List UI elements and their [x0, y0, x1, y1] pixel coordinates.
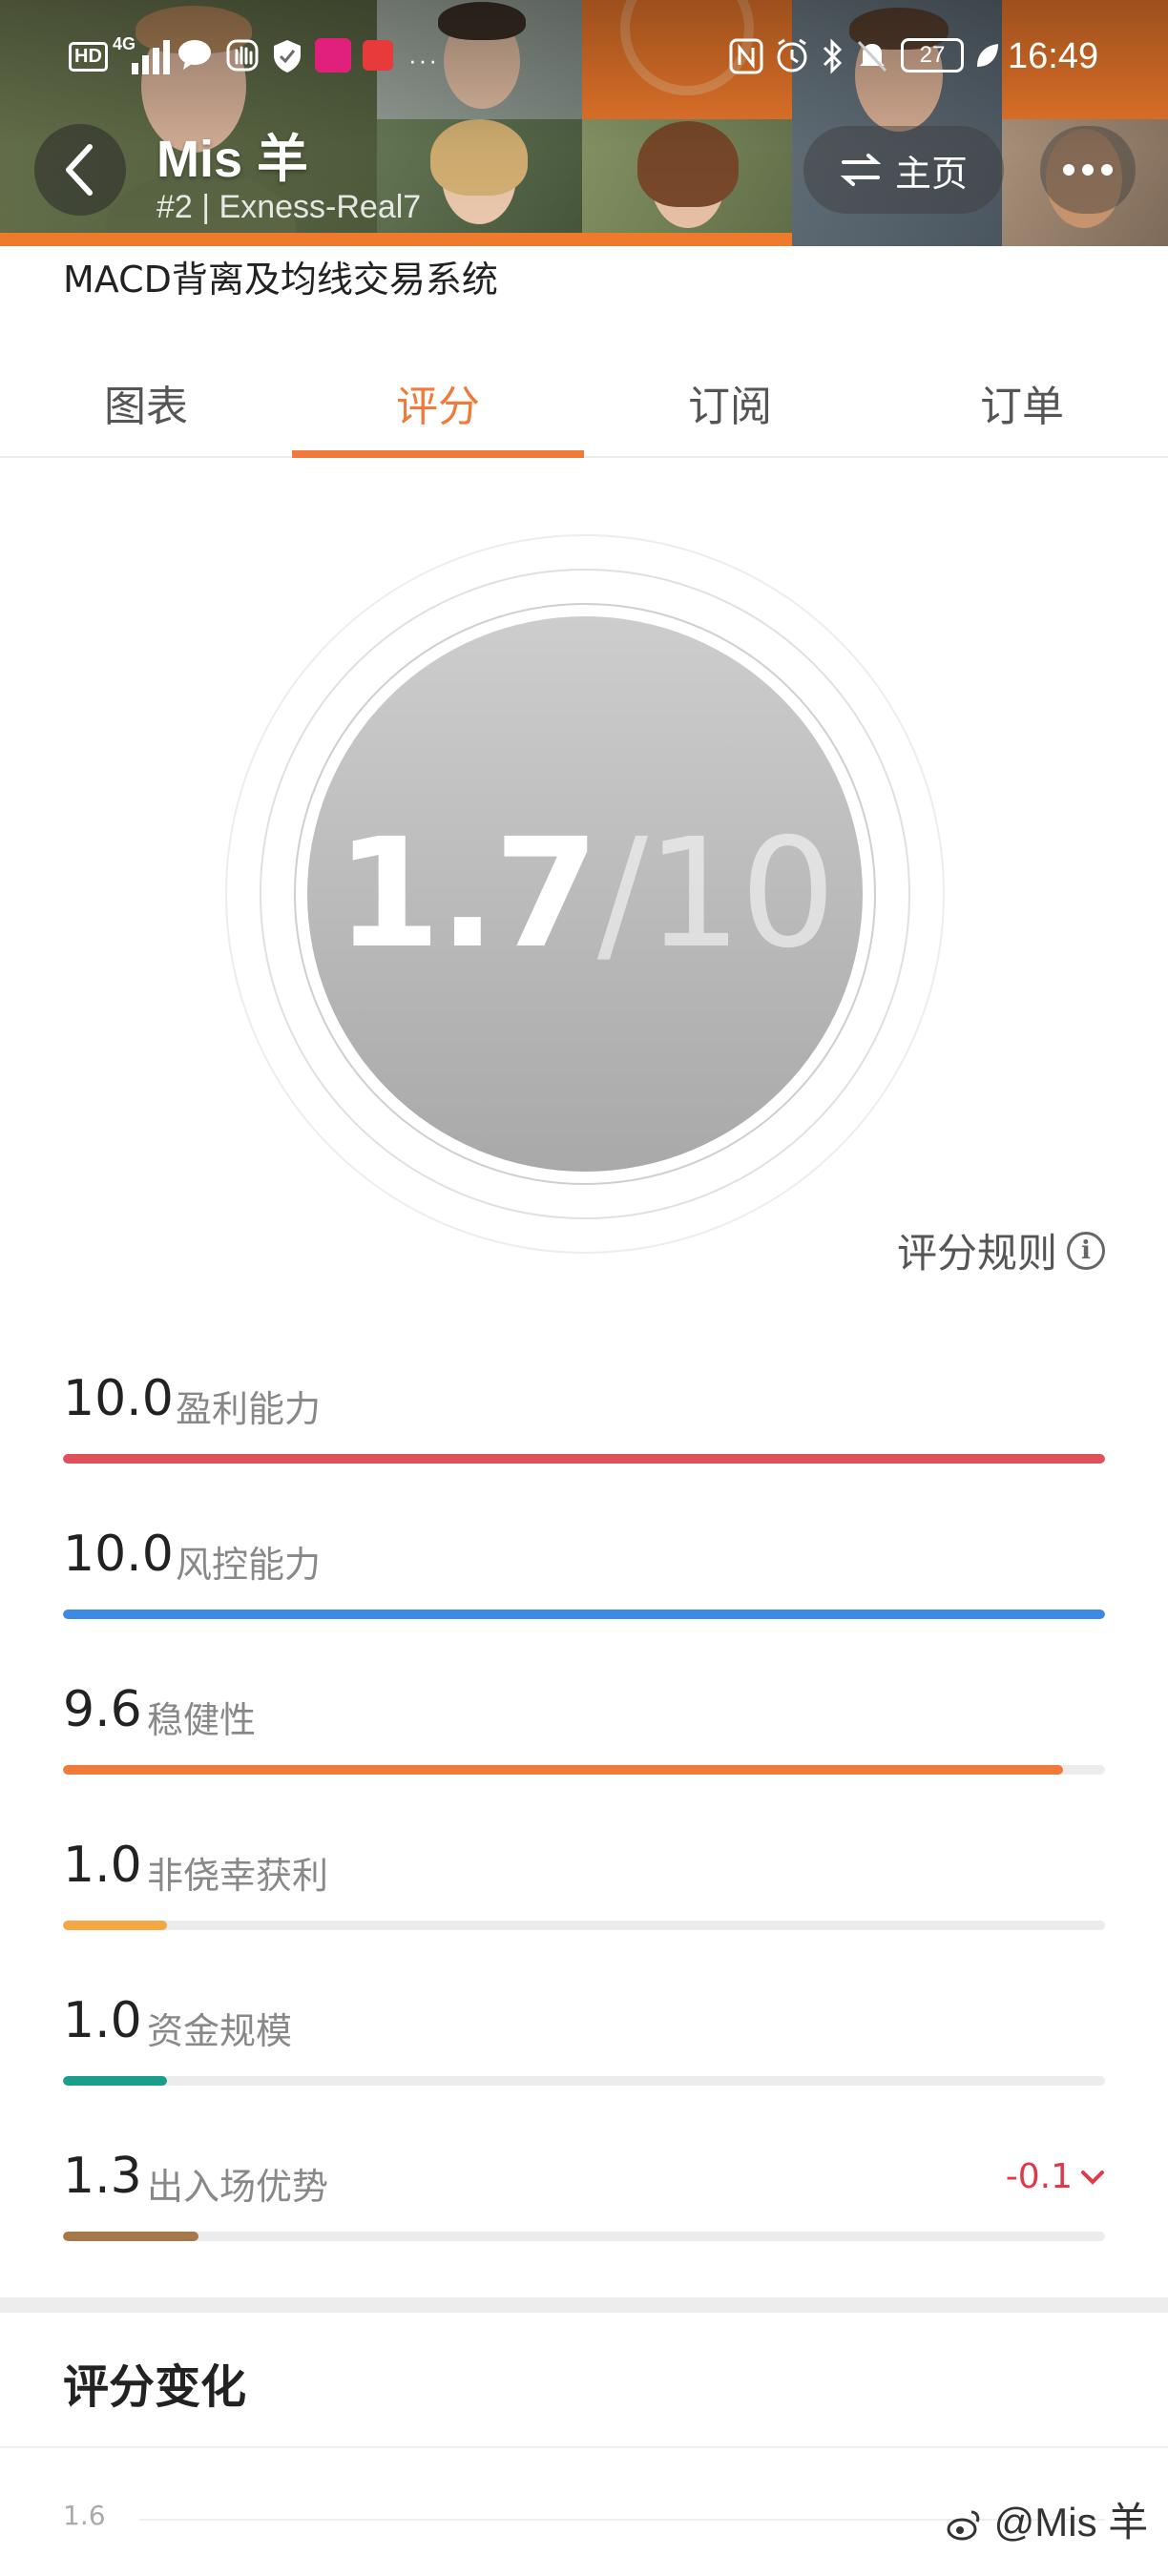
- metric-fill: [63, 1921, 168, 1930]
- tab-orders[interactable]: 订单: [876, 372, 1168, 433]
- metric-row: 10.0 风控能力: [63, 1526, 1105, 1640]
- tab-bar: 图表 评分 订阅 订单: [0, 345, 1168, 458]
- metric-fill: [63, 2076, 168, 2086]
- score-circle: 1.7/10: [307, 616, 863, 1172]
- metric-delta-value: -0.1: [1005, 2157, 1073, 2196]
- metric-track: [63, 1765, 1105, 1775]
- nfc-icon: [729, 38, 763, 79]
- back-button[interactable]: [34, 124, 126, 216]
- more-dot: [1063, 164, 1074, 176]
- banner-accent-line: [0, 233, 792, 246]
- metric-label: 盈利能力: [176, 1388, 322, 1430]
- hand-icon: [225, 38, 260, 77]
- tab-score[interactable]: 评分: [292, 372, 584, 433]
- metric-track: [63, 1454, 1105, 1464]
- score-rules-link[interactable]: 评分规则 i: [897, 1221, 1105, 1279]
- signal-4g-icon: 4G: [113, 34, 170, 74]
- metric-label: 非侥幸获利: [147, 1855, 329, 1897]
- metric-value: 1.3: [63, 2148, 142, 2205]
- strategy-name: MACD背离及均线交易系统: [63, 259, 498, 301]
- metric-track: [63, 1610, 1105, 1619]
- metric-fill: [63, 1454, 1105, 1464]
- account-subtitle: #2 | Exness-Real7: [156, 189, 422, 225]
- battery-level: 27: [919, 42, 946, 68]
- metric-value: 1.0: [63, 1837, 142, 1894]
- chevron-left-icon: [66, 144, 93, 196]
- bluetooth-icon: [821, 38, 844, 79]
- leaf-icon: [973, 42, 1000, 75]
- metric-fill: [63, 2232, 198, 2241]
- more-options-button[interactable]: [1040, 126, 1136, 214]
- chevron-down-icon: [1081, 2170, 1104, 2185]
- status-bar: HD 4G ··· 27 16:49: [0, 0, 1168, 114]
- metric-label: 风控能力: [176, 1544, 322, 1586]
- info-icon: i: [1067, 1231, 1105, 1270]
- metric-track: [63, 2076, 1105, 2086]
- metric-value: 10.0: [63, 1370, 174, 1427]
- section-header-line: [0, 2446, 1168, 2448]
- alarm-icon: [775, 38, 809, 79]
- watermark: @Mis 羊: [945, 2490, 1148, 2548]
- weibo-logo-icon: [947, 2510, 980, 2541]
- metric-label: 资金规模: [147, 2010, 293, 2052]
- page-title: Mis 羊: [156, 131, 309, 188]
- metric-label: 出入场优势: [147, 2166, 329, 2208]
- score-change-title: 评分变化: [63, 2360, 247, 2414]
- tab-chart[interactable]: 图表: [0, 372, 292, 433]
- metric-value: 9.6: [63, 1681, 142, 1738]
- metric-value: 1.0: [63, 1992, 142, 2049]
- swap-icon: [840, 154, 882, 186]
- metric-label: 稳健性: [147, 1699, 257, 1741]
- more-dot: [1101, 164, 1113, 176]
- tab-subscribe[interactable]: 订阅: [584, 372, 876, 433]
- chart-y-tick: 1.6: [63, 2500, 106, 2531]
- shield-icon: [271, 38, 303, 79]
- metric-row: 1.0 资金规模: [63, 1992, 1105, 2107]
- metric-row: 1.3 出入场优势 -0.1: [63, 2148, 1105, 2262]
- metric-delta: -0.1: [1006, 2157, 1105, 2196]
- hd-icon: HD: [69, 42, 108, 72]
- wechat-icon: [177, 38, 216, 77]
- metric-row: 1.0 非侥幸获利: [63, 1837, 1105, 1951]
- mute-icon: [855, 38, 889, 79]
- book-icon: [363, 40, 393, 71]
- app-icon: [315, 38, 351, 73]
- score-value: 1.7/10: [335, 806, 836, 982]
- active-tab-indicator: [292, 450, 584, 458]
- home-button[interactable]: 主页: [803, 126, 1004, 214]
- watermark-text: @Mis 羊: [993, 2500, 1149, 2545]
- metric-value: 10.0: [63, 1526, 174, 1583]
- header-banner: HD 4G ··· 27 16:49 Mis 羊 #2 | Exness-Rea…: [0, 0, 1168, 246]
- metric-fill: [63, 1765, 1064, 1775]
- metric-track: [63, 1921, 1105, 1930]
- clock-time: 16:49: [1008, 36, 1099, 76]
- more-dot: [1082, 164, 1094, 176]
- section-divider: [0, 2297, 1168, 2313]
- metric-fill: [63, 1610, 1105, 1619]
- metric-row: 9.6 稳健性: [63, 1681, 1105, 1796]
- metric-track: [63, 2232, 1105, 2241]
- battery-icon: 27: [901, 38, 964, 73]
- score-rules-label: 评分规则: [896, 1230, 1057, 1277]
- home-button-label: 主页: [894, 152, 968, 195]
- metric-row: 10.0 盈利能力: [63, 1370, 1105, 1485]
- more-dots-icon: ···: [408, 46, 439, 74]
